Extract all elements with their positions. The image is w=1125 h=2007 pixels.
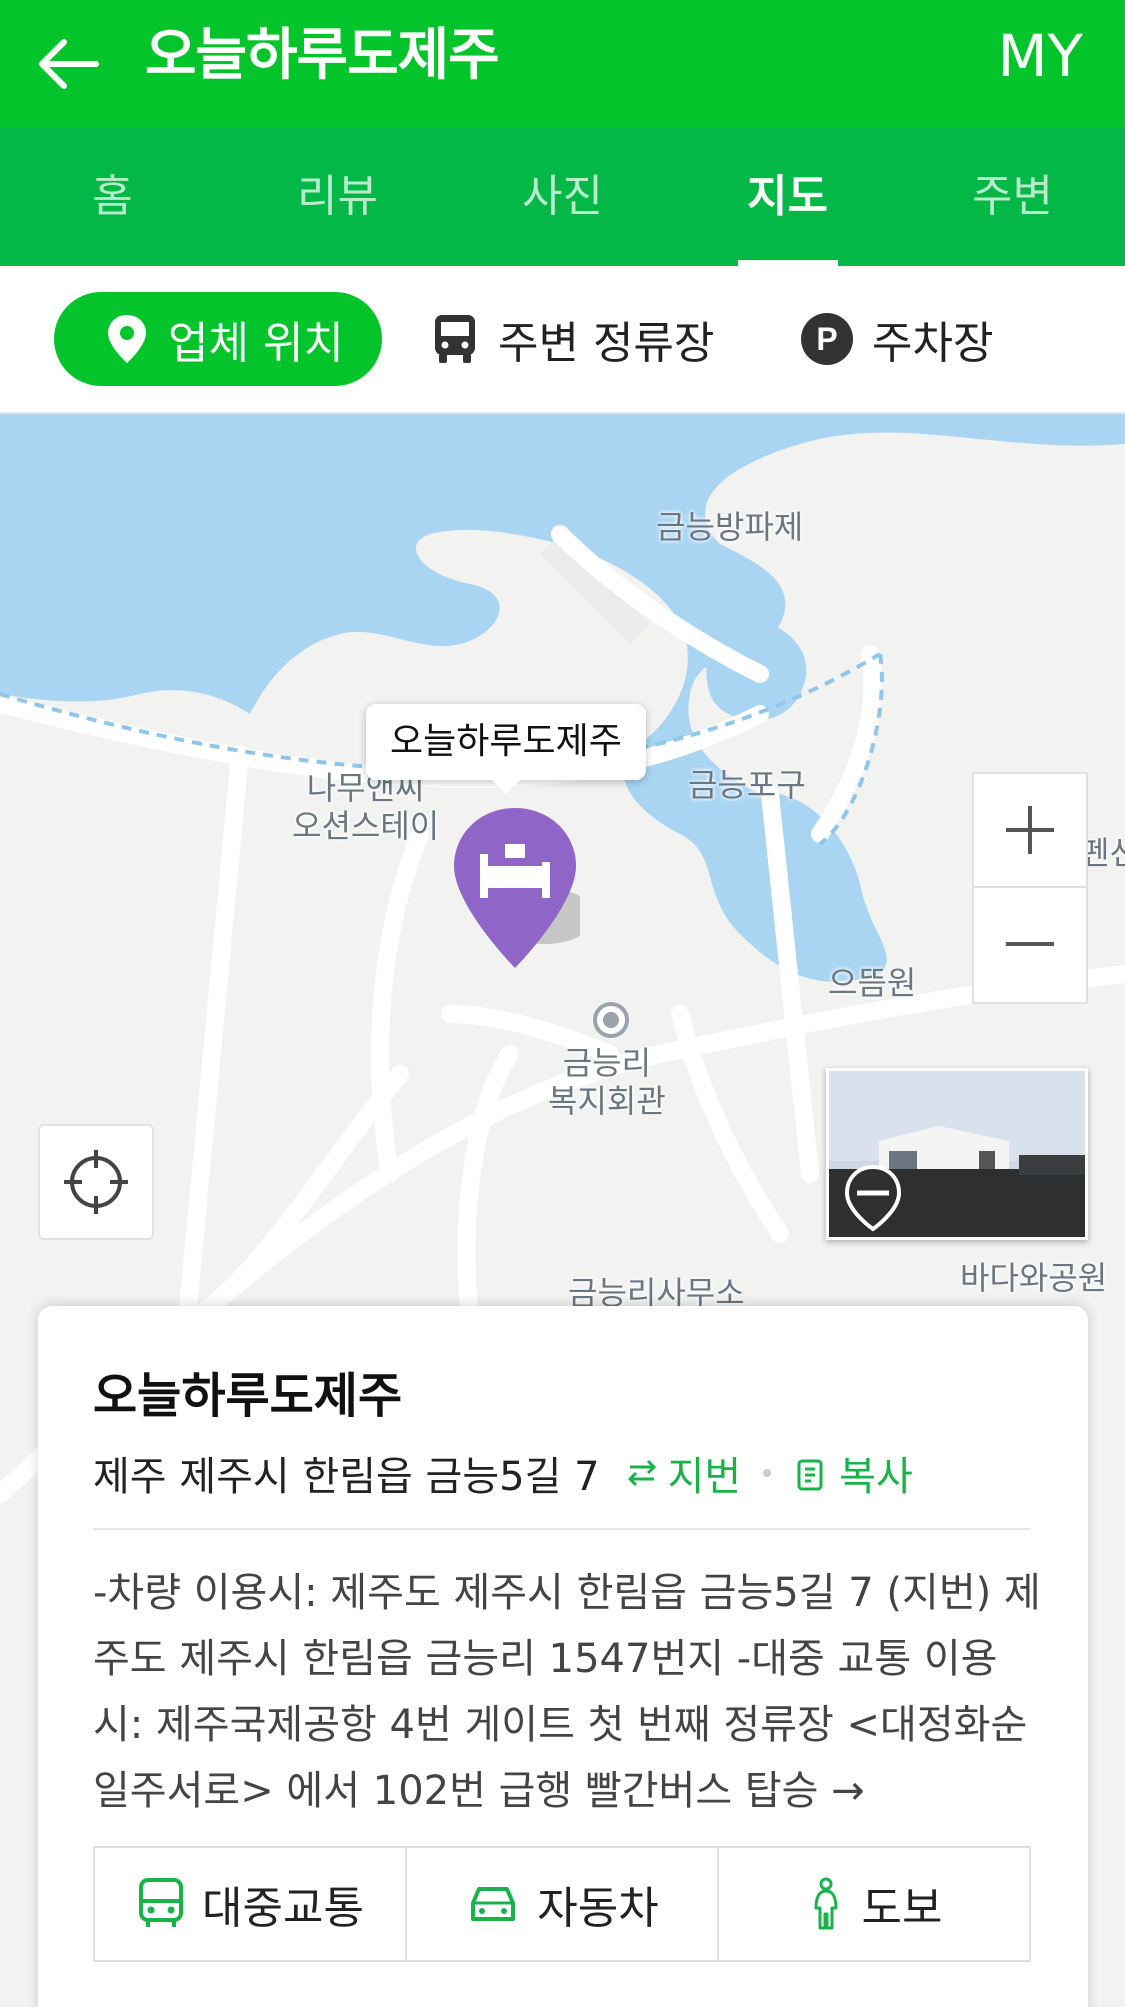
poi-label[interactable]: 금능포구 xyxy=(688,766,806,804)
poi-label[interactable]: 바다와공원 xyxy=(960,1259,1107,1297)
copy-address-button[interactable]: 복사 xyxy=(793,1444,913,1502)
street-view-icon xyxy=(844,1164,902,1232)
plus-icon xyxy=(1006,806,1054,854)
place-name: 오늘하루도제주 xyxy=(93,1368,403,1424)
route-options: 대중교통 자동차 도보 xyxy=(93,1846,1031,1962)
minus-icon xyxy=(1006,942,1054,946)
poi-label[interactable]: 나무앤씨 오션스테이 xyxy=(292,769,439,845)
arrow-left-icon xyxy=(39,39,99,89)
transit-route-button[interactable]: 대중교통 xyxy=(95,1848,407,1960)
road-address: 제주 제주시 한림읍 금능5길 7 xyxy=(93,1454,600,1500)
divider xyxy=(93,1528,1031,1530)
nearby-stop-chip[interactable]: 주변 정류장 xyxy=(430,292,714,386)
zoom-in-button[interactable] xyxy=(972,772,1088,888)
directions-text: -차량 이용시: 제주도 제주시 한림읍 금능5길 7 (지번) 제주도 제주시… xyxy=(93,1570,1041,1814)
my-button[interactable]: MY xyxy=(998,20,1083,92)
tab-nearby[interactable]: 주변 xyxy=(900,128,1125,266)
tab-bar: 홈 리뷰 사진 지도 주변 xyxy=(0,128,1125,266)
tab-photo[interactable]: 사진 xyxy=(450,128,675,266)
marker-label[interactable]: 오늘하루도제주 xyxy=(366,704,646,780)
tab-map[interactable]: 지도 xyxy=(675,128,900,266)
map-filter-bar: 업체 위치 주변 정류장 P 주차장 xyxy=(0,266,1125,414)
transport-label: 도보 xyxy=(861,1883,943,1934)
parking-chip[interactable]: P 주차장 xyxy=(800,292,993,386)
place-info-card: 오늘하루도제주 제주 제주시 한림읍 금능5길 7 지번 복사 -차량 이용시:… xyxy=(38,1306,1088,2007)
svg-text:P: P xyxy=(816,321,837,357)
poi-label[interactable]: 으뜸원 xyxy=(828,964,916,1002)
walk-route-button[interactable]: 도보 xyxy=(719,1848,1029,1960)
tab-home[interactable]: 홈 xyxy=(0,128,225,266)
chip-label: 업체 위치 xyxy=(168,318,344,369)
business-location-chip[interactable]: 업체 위치 xyxy=(54,292,382,386)
poi-label[interactable]: 금능방파제 xyxy=(656,508,803,546)
swap-icon xyxy=(627,1459,656,1487)
back-button[interactable] xyxy=(30,22,114,106)
copy-icon xyxy=(797,1459,823,1491)
car-route-button[interactable]: 자동차 xyxy=(407,1848,719,1960)
chip-label: 주변 정류장 xyxy=(498,318,715,369)
current-location-button[interactable] xyxy=(38,1124,154,1240)
parking-icon: P xyxy=(801,313,853,365)
separator-dot xyxy=(763,1469,772,1477)
map-view[interactable]: 금능방파제 나무앤씨 오션스테이 금능포구 으뜸원 금능리 복지회관 금능리사무… xyxy=(0,414,1125,2007)
page-title: 오늘하루도제주 xyxy=(145,23,500,88)
walk-icon xyxy=(814,1877,838,1930)
zoom-out-button[interactable] xyxy=(972,888,1088,1004)
map-pin-icon xyxy=(108,315,146,363)
street-view-thumbnail[interactable] xyxy=(826,1068,1088,1240)
jibun-label: 지번 xyxy=(667,1454,742,1500)
jibun-toggle[interactable]: 지번 xyxy=(622,1444,742,1502)
bus-icon xyxy=(435,315,475,363)
bus-icon xyxy=(139,1878,184,1927)
poi-label[interactable]: 금능리 복지회관 xyxy=(548,1044,666,1120)
car-icon xyxy=(471,1887,516,1921)
chip-label: 주차장 xyxy=(872,318,994,369)
hotel-marker-icon[interactable] xyxy=(450,806,580,1006)
copy-label: 복사 xyxy=(839,1454,913,1500)
address-row: 제주 제주시 한림읍 금능5길 7 지번 복사 xyxy=(93,1444,913,1502)
tab-review[interactable]: 리뷰 xyxy=(225,128,450,266)
transport-label: 자동차 xyxy=(537,1883,659,1934)
crosshair-icon xyxy=(64,1150,128,1214)
app-header: 오늘하루도제주 MY xyxy=(0,0,1125,128)
transport-label: 대중교통 xyxy=(202,1883,364,1934)
